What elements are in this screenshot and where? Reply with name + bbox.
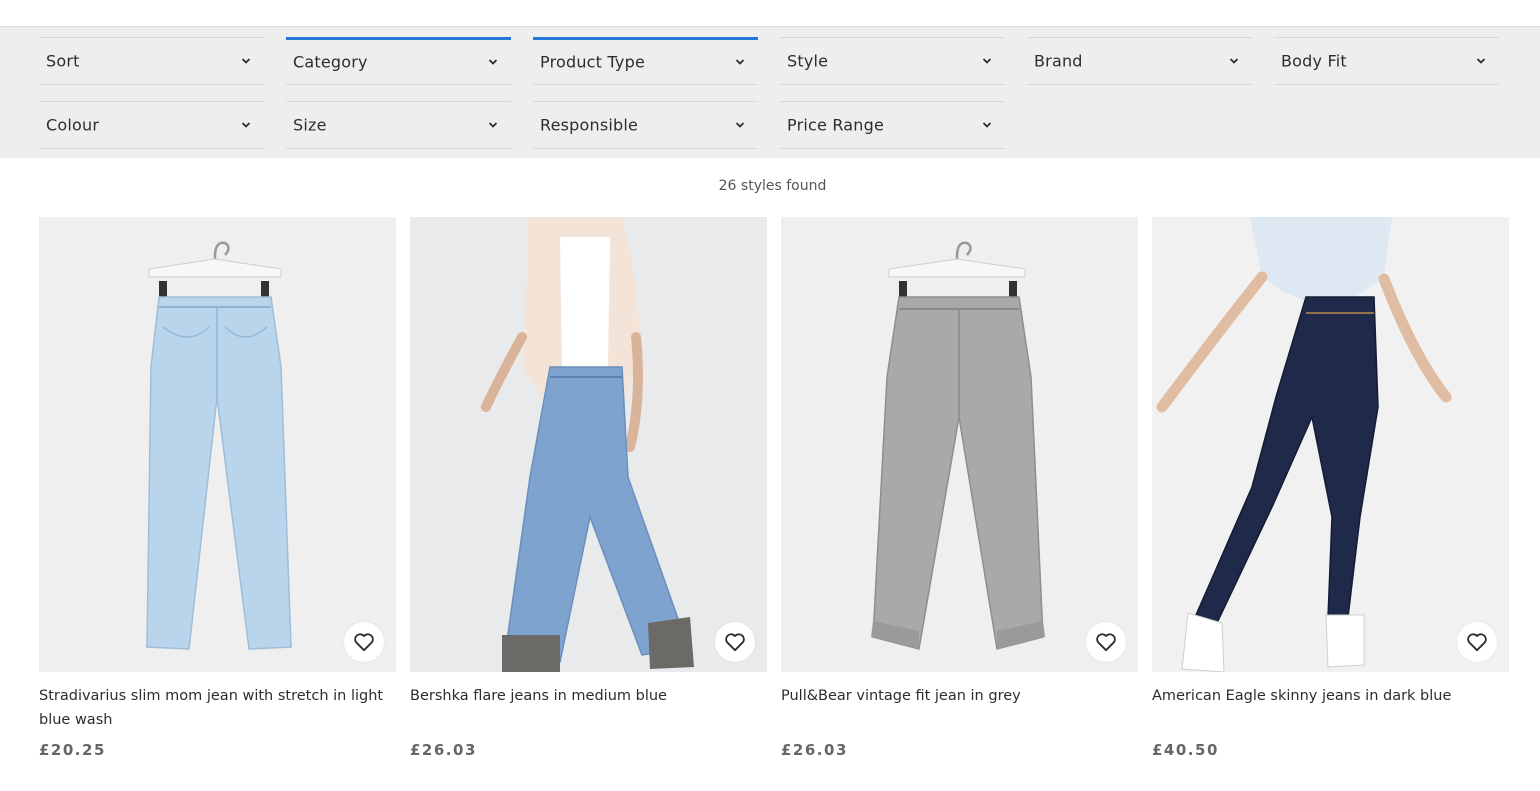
filter-label: Category [293,52,368,72]
product-price: £20.25 [39,741,106,759]
filter-row-1: Sort Category Product Type Style Brand B… [39,37,1499,85]
product-name[interactable]: Bershka flare jeans in medium blue [410,684,767,732]
filter-sort[interactable]: Sort [39,37,264,85]
product-image[interactable] [781,217,1138,672]
chevron-down-icon [488,122,498,128]
filter-body-fit[interactable]: Body Fit [1274,37,1499,85]
header-strip [0,0,1540,27]
chevron-down-icon [488,59,498,65]
chevron-down-icon [982,58,992,64]
filter-label: Product Type [540,52,645,72]
filter-size[interactable]: Size [286,101,511,149]
heart-icon [354,633,374,652]
chevron-down-icon [735,59,745,65]
filter-category[interactable]: Category [286,37,511,85]
product-grid: Stradivarius slim mom jean with stretch … [39,217,1509,759]
filter-label: Size [293,115,327,135]
filter-label: Responsible [540,115,639,135]
filter-product-type[interactable]: Product Type [533,37,758,85]
filter-brand[interactable]: Brand [1027,37,1252,85]
filter-panel: Sort Category Product Type Style Brand B… [0,27,1540,158]
product-image[interactable] [39,217,396,672]
product-card[interactable]: Bershka flare jeans in medium blue £26.0… [410,217,767,759]
filter-label: Sort [46,51,80,71]
product-name[interactable]: American Eagle skinny jeans in dark blue [1152,684,1509,732]
filter-colour[interactable]: Colour [39,101,264,149]
chevron-down-icon [982,122,992,128]
filter-style[interactable]: Style [780,37,1005,85]
product-price: £40.50 [1152,741,1219,759]
filter-label: Colour [46,115,100,135]
heart-icon [725,633,745,652]
product-photo [781,217,1138,672]
product-name[interactable]: Stradivarius slim mom jean with stretch … [39,684,396,732]
product-card[interactable]: American Eagle skinny jeans in dark blue… [1152,217,1509,759]
save-button[interactable] [715,622,755,662]
product-card[interactable]: Stradivarius slim mom jean with stretch … [39,217,396,759]
save-button[interactable] [1086,622,1126,662]
chevron-down-icon [241,122,251,128]
save-button[interactable] [344,622,384,662]
filter-price-range[interactable]: Price Range [780,101,1005,149]
heart-icon [1096,633,1116,652]
product-name[interactable]: Pull&Bear vintage fit jean in grey [781,684,1138,732]
filter-label: Price Range [787,115,885,135]
chevron-down-icon [1476,58,1486,64]
heart-icon [1467,633,1487,652]
product-photo [410,217,767,672]
filter-responsible[interactable]: Responsible [533,101,758,149]
chevron-down-icon [1229,58,1239,64]
filter-label: Body Fit [1281,51,1347,71]
product-image[interactable] [1152,217,1509,672]
product-photo [1152,217,1509,672]
product-image[interactable] [410,217,767,672]
save-button[interactable] [1457,622,1497,662]
filter-label: Style [787,51,829,71]
chevron-down-icon [735,122,745,128]
filter-label: Brand [1034,51,1083,71]
results-count: 26 styles found [718,178,827,194]
chevron-down-icon [241,58,251,64]
product-photo [39,217,396,672]
product-price: £26.03 [410,741,477,759]
filter-row-2: Colour Size Responsible Price Range [39,101,1005,149]
product-card[interactable]: Pull&Bear vintage fit jean in grey £26.0… [781,217,1138,759]
product-price: £26.03 [781,741,848,759]
